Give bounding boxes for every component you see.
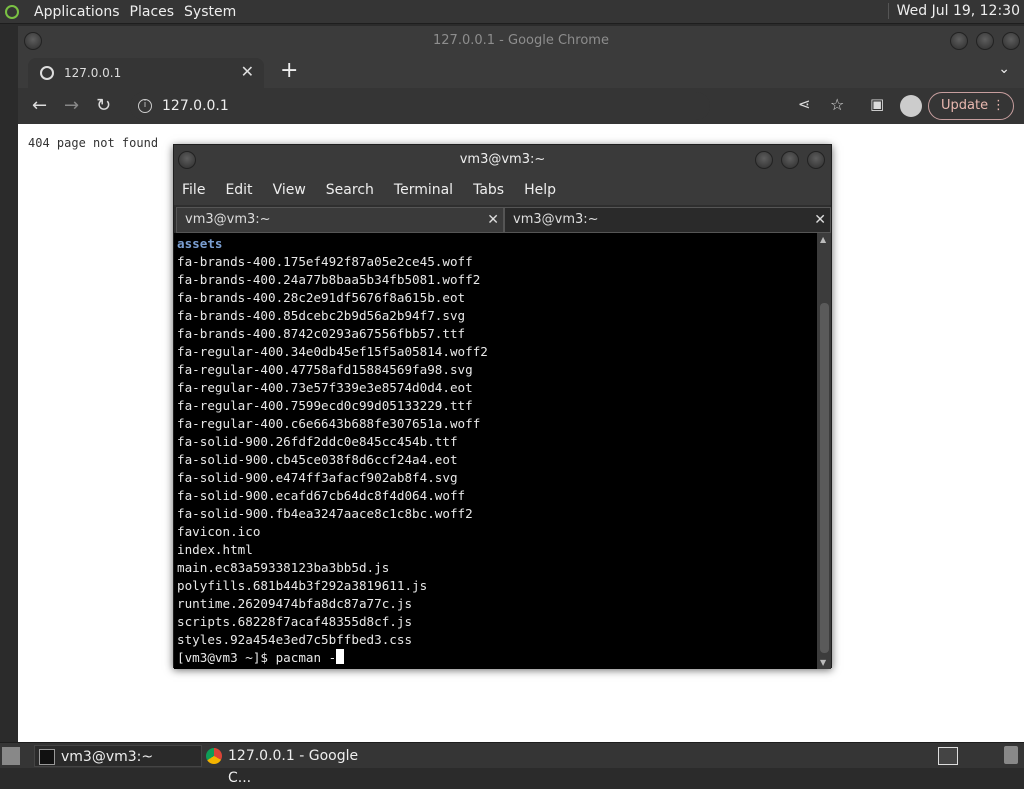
- menu-tabs[interactable]: Tabs: [473, 182, 504, 198]
- more-menu-icon[interactable]: ⋮: [992, 93, 1005, 119]
- terminal-line: fa-brands-400.28c2e91df5676f8a615b.eot: [177, 290, 466, 305]
- terminal-line: fa-solid-900.ecafd67cb64dc8f4d064.woff: [177, 488, 466, 503]
- terminal-icon: [39, 749, 55, 765]
- terminal-prompt: [vm3@vm3 ~]$: [177, 650, 276, 665]
- menu-edit[interactable]: Edit: [225, 182, 252, 198]
- chrome-icon: [206, 748, 222, 764]
- top-panel: Applications Places System Wed Jul 19, 1…: [0, 0, 1024, 24]
- distro-logo-icon[interactable]: [0, 0, 24, 24]
- terminal-window-title: vm3@vm3:~: [459, 152, 546, 167]
- terminal-tab-2[interactable]: vm3@vm3:~ ✕: [504, 207, 831, 233]
- new-tab-button[interactable]: +: [280, 58, 298, 83]
- terminal-line: fa-brands-400.175ef492f87a05e2ce45.woff: [177, 254, 473, 269]
- terminal-line: fa-brands-400.24a77b8baa5b34fb5081.woff2: [177, 272, 481, 287]
- close-window-button[interactable]: [807, 151, 825, 169]
- terminal-line: fa-regular-400.47758afd15884569fa98.svg: [177, 362, 473, 377]
- scroll-down-icon[interactable]: ▼: [820, 658, 826, 667]
- terminal-line: fa-solid-900.e474ff3afacf902ab8f4.svg: [177, 470, 458, 485]
- page-not-found-text: 404 page not found: [28, 136, 159, 150]
- chrome-tabstrip: 127.0.0.1 ✕ + ⌄: [18, 56, 1024, 88]
- tab-search-chevron-icon[interactable]: ⌄: [998, 61, 1010, 77]
- terminal-line: scripts.68228f7acaf48355d8cf.js: [177, 614, 413, 629]
- terminal-window: vm3@vm3:~ File Edit View Search Terminal…: [173, 144, 832, 669]
- chrome-toolbar: ← → ↻ i 127.0.0.1 ⋖ ☆ ▣ Update ⋮: [18, 88, 1024, 124]
- minimize-button[interactable]: [755, 151, 773, 169]
- menu-places[interactable]: Places: [130, 4, 175, 20]
- workspace-switcher[interactable]: [938, 747, 958, 765]
- terminal-tab-label: vm3@vm3:~: [185, 212, 271, 227]
- address-text[interactable]: 127.0.0.1: [162, 98, 229, 114]
- terminal-line: fa-regular-400.73e57f339e3e8574d0d4.eot: [177, 380, 473, 395]
- browser-tab[interactable]: 127.0.0.1 ✕: [28, 58, 264, 88]
- terminal-tab-1[interactable]: vm3@vm3:~ ✕: [176, 207, 504, 233]
- menu-help[interactable]: Help: [524, 182, 556, 198]
- terminal-line: fa-solid-900.fb4ea3247aace8c1c8bc.woff2: [177, 506, 473, 521]
- terminal-scrollbar[interactable]: ▲ ▼: [817, 233, 831, 669]
- menu-file[interactable]: File: [182, 182, 205, 198]
- terminal-line: favicon.ico: [177, 524, 261, 539]
- globe-icon: [40, 66, 54, 80]
- terminal-line: styles.92a454e3ed7c5bffbed3.css: [177, 632, 413, 647]
- close-tab-icon[interactable]: ✕: [241, 62, 254, 81]
- terminal-line: polyfills.681b44b3f292a3819611.js: [177, 578, 428, 593]
- text-cursor: [336, 649, 345, 664]
- chrome-window-title: 127.0.0.1 - Google Chrome: [433, 33, 609, 48]
- terminal-menubar: File Edit View Search Terminal Tabs Help: [174, 175, 831, 205]
- update-button[interactable]: Update ⋮: [928, 92, 1014, 120]
- terminal-tabbar: vm3@vm3:~ ✕ vm3@vm3:~ ✕: [174, 205, 831, 233]
- terminal-output[interactable]: assets fa-brands-400.175ef492f87a05e2ce4…: [174, 233, 819, 669]
- side-panel-icon[interactable]: ▣: [870, 95, 884, 113]
- share-icon[interactable]: ⋖: [798, 95, 811, 113]
- terminal-line: fa-regular-400.34e0db45ef15f5a05814.woff…: [177, 344, 488, 359]
- maximize-button[interactable]: [976, 32, 994, 50]
- scrollbar-thumb[interactable]: [820, 303, 829, 653]
- maximize-button[interactable]: [781, 151, 799, 169]
- trash-icon[interactable]: [1004, 746, 1018, 764]
- terminal-command[interactable]: pacman -: [276, 650, 337, 665]
- site-info-icon[interactable]: i: [138, 99, 152, 113]
- terminal-line: main.ec83a59338123ba3bb5d.js: [177, 560, 390, 575]
- terminal-line: fa-brands-400.8742c0293a67556fbb57.ttf: [177, 326, 466, 341]
- window-menu-button[interactable]: [178, 151, 196, 169]
- menu-applications[interactable]: Applications: [34, 4, 120, 20]
- close-tab-icon[interactable]: ✕: [487, 208, 499, 232]
- taskbar-item-label: vm3@vm3:~: [61, 749, 154, 765]
- taskbar-item-label: 127.0.0.1 - Google C...: [228, 748, 359, 786]
- clock[interactable]: Wed Jul 19, 12:30: [887, 3, 1020, 19]
- taskbar-item-terminal[interactable]: vm3@vm3:~: [34, 745, 202, 767]
- terminal-line: index.html: [177, 542, 253, 557]
- chrome-titlebar[interactable]: 127.0.0.1 - Google Chrome: [18, 26, 1024, 56]
- bookmark-star-icon[interactable]: ☆: [830, 95, 844, 114]
- terminal-lines: fa-brands-400.175ef492f87a05e2ce45.woff …: [177, 254, 488, 647]
- menu-system[interactable]: System: [184, 4, 236, 20]
- terminal-tab-label: vm3@vm3:~: [513, 212, 599, 227]
- taskbar-item-chrome[interactable]: 127.0.0.1 - Google C...: [202, 745, 382, 786]
- reload-icon[interactable]: ↻: [96, 95, 111, 116]
- terminal-line: runtime.26209474bfa8dc87a77c.js: [177, 596, 413, 611]
- menu-view[interactable]: View: [273, 182, 306, 198]
- terminal-line: fa-solid-900.26fdf2ddc0e845cc454b.ttf: [177, 434, 458, 449]
- terminal-dir-line: assets: [177, 236, 223, 251]
- profile-avatar-icon[interactable]: [900, 95, 922, 117]
- terminal-line: fa-regular-400.c6e6643b688fe307651a.woff: [177, 416, 481, 431]
- window-menu-button[interactable]: [24, 32, 42, 50]
- address-bar[interactable]: i 127.0.0.1: [130, 92, 710, 120]
- minimize-button[interactable]: [950, 32, 968, 50]
- back-arrow-icon[interactable]: ←: [32, 95, 47, 116]
- terminal-line: fa-regular-400.7599ecd0c99d05133229.ttf: [177, 398, 473, 413]
- terminal-titlebar[interactable]: vm3@vm3:~: [174, 145, 831, 175]
- tab-title: 127.0.0.1: [64, 66, 122, 80]
- close-window-button[interactable]: [1002, 32, 1020, 50]
- bottom-taskbar: vm3@vm3:~ 127.0.0.1 - Google C...: [0, 742, 1024, 786]
- terminal-line: fa-solid-900.cb45ce038f8d6ccf24a4.eot: [177, 452, 458, 467]
- menu-search[interactable]: Search: [326, 182, 374, 198]
- scroll-up-icon[interactable]: ▲: [820, 235, 826, 244]
- update-label: Update: [941, 98, 989, 113]
- menu-terminal[interactable]: Terminal: [394, 182, 453, 198]
- show-desktop-icon[interactable]: [2, 747, 20, 765]
- close-tab-icon[interactable]: ✕: [814, 208, 826, 232]
- forward-arrow-icon[interactable]: →: [64, 95, 79, 116]
- terminal-line: fa-brands-400.85dcebc2b9d56a2b94f7.svg: [177, 308, 466, 323]
